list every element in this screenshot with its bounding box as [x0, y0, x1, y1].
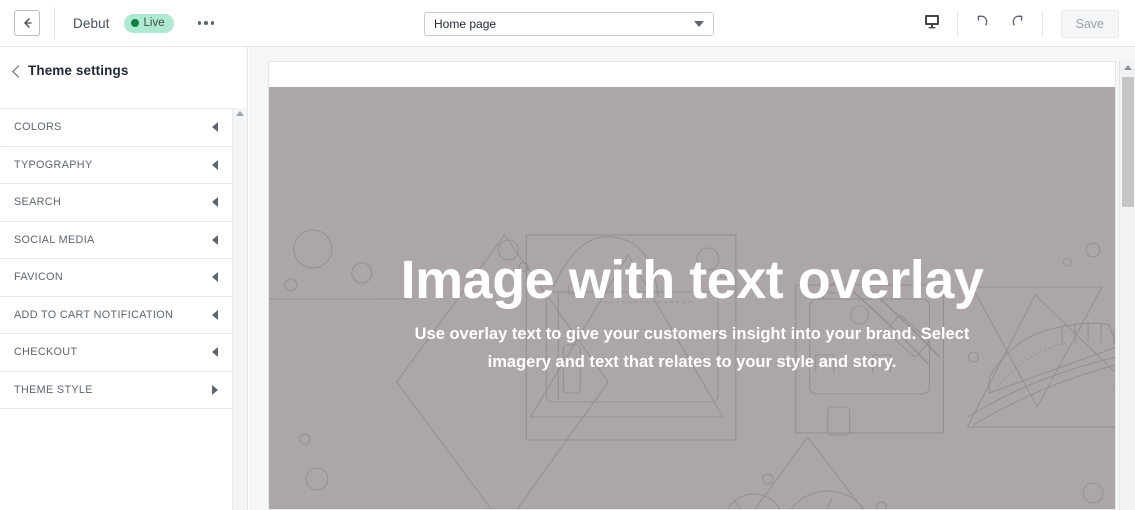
sidebar-item-social-media[interactable]: SOCIAL MEDIA — [0, 221, 232, 259]
settings-sidebar: Theme settings COLORS TYPOGRAPHY SEARCH … — [0, 47, 248, 510]
theme-name-label: Debut — [73, 15, 110, 31]
hero-title: Image with text overlay — [400, 249, 984, 310]
device-preview-button[interactable] — [915, 7, 949, 41]
hero-text-block: Image with text overlay Use overlay text… — [269, 87, 1115, 509]
back-arrow-icon — [20, 16, 34, 30]
exit-editor-button[interactable] — [14, 10, 40, 36]
preview-panel: Image with text overlay Use overlay text… — [249, 47, 1135, 510]
sidebar-scrollbar[interactable] — [232, 108, 247, 510]
sidebar-item-add-to-cart-notification[interactable]: ADD TO CART NOTIFICATION — [0, 296, 232, 334]
sidebar-item-label: TYPOGRAPHY — [14, 158, 93, 171]
sidebar-item-label: THEME STYLE — [14, 383, 93, 396]
sidebar-item-typography[interactable]: TYPOGRAPHY — [0, 146, 232, 184]
triangle-left-icon — [212, 159, 218, 170]
scroll-up-arrow-icon[interactable] — [236, 111, 244, 116]
settings-section-list: COLORS TYPOGRAPHY SEARCH SOCIAL MEDIA FA… — [0, 108, 232, 409]
triangle-left-icon — [212, 197, 218, 208]
sidebar-item-label: CHECKOUT — [14, 346, 78, 359]
sidebar-item-label: ADD TO CART NOTIFICATION — [14, 308, 174, 321]
triangle-left-icon — [212, 234, 218, 245]
triangle-left-icon — [212, 347, 218, 358]
hero-subtitle: Use overlay text to give your customers … — [414, 325, 970, 372]
image-with-text-overlay-section[interactable]: Image with text overlay Use overlay text… — [269, 87, 1115, 509]
triangle-left-icon — [212, 122, 218, 133]
toolbar-divider — [54, 7, 55, 39]
undo-arrow-icon — [973, 11, 993, 36]
redo-arrow-icon — [1007, 11, 1027, 36]
scrollbar-thumb[interactable] — [1122, 77, 1134, 207]
sidebar-item-checkout[interactable]: CHECKOUT — [0, 334, 232, 372]
page-selector-value: Home page — [434, 17, 497, 31]
status-dot-icon — [130, 19, 139, 27]
page-selector-dropdown[interactable]: Home page — [424, 12, 714, 36]
top-toolbar: Debut Live Home page Save — [0, 0, 1135, 47]
status-badge[interactable]: Live — [123, 13, 174, 33]
preview-scrollbar[interactable] — [1119, 61, 1135, 510]
triangle-right-icon — [212, 384, 218, 395]
sidebar-item-colors[interactable]: COLORS — [0, 109, 232, 147]
ellipsis-icon — [210, 21, 215, 25]
toolbar-right-group: Save — [915, 0, 1135, 47]
triangle-left-icon — [212, 309, 218, 320]
desktop-monitor-icon — [923, 12, 941, 35]
ellipsis-icon — [197, 21, 202, 25]
scroll-up-arrow-icon[interactable] — [1124, 65, 1132, 70]
save-button[interactable]: Save — [1060, 9, 1119, 38]
ellipsis-icon — [204, 21, 208, 25]
sidebar-item-label: COLORS — [14, 121, 62, 134]
redo-button[interactable] — [1000, 7, 1034, 41]
sidebar-item-favicon[interactable]: FAVICON — [0, 259, 232, 297]
status-badge-label: Live — [143, 17, 165, 29]
chevron-down-icon — [694, 21, 704, 27]
more-actions-button[interactable] — [194, 15, 219, 31]
sidebar-item-label: FAVICON — [14, 271, 64, 284]
undo-button[interactable] — [966, 7, 1000, 41]
storefront-preview[interactable]: Image with text overlay Use overlay text… — [268, 61, 1116, 510]
toolbar-divider — [956, 9, 958, 38]
page-title: Theme settings — [28, 63, 129, 78]
sidebar-header: Theme settings — [0, 47, 247, 94]
sidebar-item-label: SOCIAL MEDIA — [14, 233, 95, 246]
triangle-left-icon — [212, 272, 218, 283]
sidebar-item-label: SEARCH — [14, 196, 62, 209]
sidebar-item-theme-style[interactable]: THEME STYLE — [0, 371, 232, 409]
sidebar-item-search[interactable]: SEARCH — [0, 184, 232, 222]
toolbar-divider — [1041, 9, 1043, 38]
